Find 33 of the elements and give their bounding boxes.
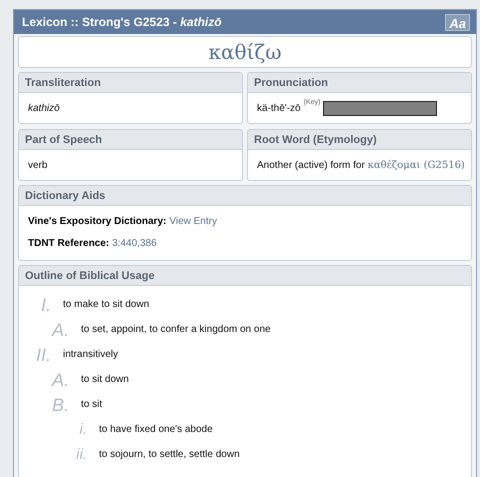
aid-label: Vine's Expository Dictionary: (28, 216, 166, 226)
card-title: Outline of Biblical Usage (25, 270, 155, 282)
pronunciation: kä-thē'-zō (257, 102, 301, 114)
outline-marker: i. (78, 420, 87, 438)
font-size-button[interactable]: Aa (445, 14, 470, 30)
outline-text: to sojourn, to settle, settle down (99, 449, 240, 460)
outline-text: to make to sit down (63, 299, 150, 310)
aid-link[interactable]: 3:440,386 (112, 238, 157, 248)
card-title: Pronunciation (254, 76, 328, 88)
card-title: Root Word (Etymology) (254, 134, 377, 146)
headword: καθίζω (208, 40, 282, 64)
outline-marker: B. (50, 396, 69, 414)
root-word-link[interactable]: καθέζομαι (G2516) (368, 160, 465, 170)
card-title: Part of Speech (25, 134, 102, 146)
outline-text: to set, appoint, to confer a kingdom on one (81, 324, 271, 335)
part-of-speech: verb (28, 160, 48, 170)
aid-link[interactable]: View Entry (169, 216, 217, 226)
outline-text: to sit (81, 399, 102, 410)
outline-marker: ii. (75, 446, 87, 464)
root-word-text: Another (active) form for καθέζομαι (G2516) (257, 160, 465, 170)
outline-marker: A. (50, 320, 69, 338)
key-link[interactable]: (Key) (304, 99, 320, 106)
outline-text: intransitively (63, 349, 118, 360)
outline-marker: A. (50, 370, 69, 388)
outline-marker: I. (40, 296, 51, 314)
card-title: Transliteration (25, 76, 101, 88)
card-title: Dictionary Aids (25, 190, 106, 202)
transliteration: kathizō (28, 102, 60, 114)
window-title: Lexicon :: Strong's G2523 - kathizō (22, 15, 222, 29)
outline-text: to sit down (81, 374, 129, 385)
aid-label: TDNT Reference: (28, 238, 110, 248)
outline-text: to have fixed one's abode (99, 424, 213, 435)
outline-marker: II. (34, 346, 51, 364)
